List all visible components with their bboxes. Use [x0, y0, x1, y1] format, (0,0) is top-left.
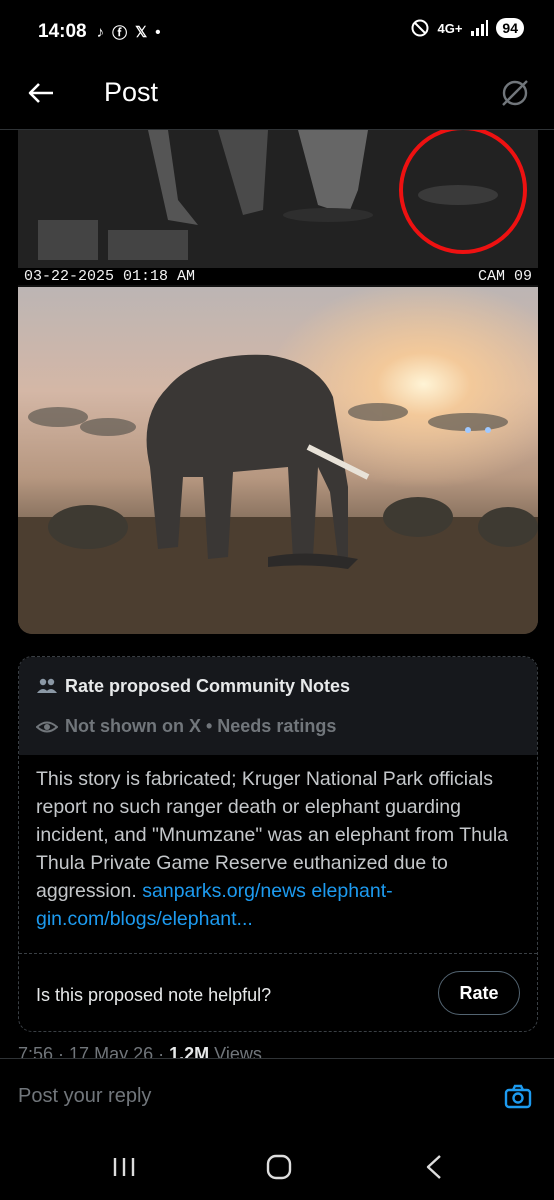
divider [19, 953, 537, 954]
note-source-link-sanparks[interactable]: sanparks.org/news [142, 880, 306, 902]
status-time: 14:08 [38, 21, 87, 42]
camera-icon[interactable] [504, 1083, 532, 1111]
camera-timestamp: 03-22-2025 01:18 AM [24, 268, 196, 285]
elephant-photo[interactable] [18, 287, 538, 634]
eye-icon [36, 721, 58, 733]
page-title: Post [104, 77, 159, 107]
tiktok-icon: ♪ [96, 23, 105, 41]
battery-level: 94 [496, 18, 524, 38]
signal-icon [471, 20, 489, 36]
home-icon[interactable] [266, 1154, 292, 1180]
network-type: 4G+ [437, 20, 463, 36]
status-notification-icons: ♪ ⓕ 𝕏 • [97, 22, 161, 43]
community-note-status: Not shown on X • Needs ratings [65, 716, 337, 736]
system-navigation-bar [0, 1134, 554, 1200]
community-note-header: Rate proposed Community Notes Not shown … [19, 657, 537, 755]
elephant-scene [18, 287, 538, 634]
facebook-icon: ⓕ [112, 24, 128, 42]
people-icon [37, 678, 57, 693]
recent-apps-icon[interactable] [112, 1156, 136, 1178]
dot-icon: • [155, 23, 161, 41]
post-media[interactable]: 03-22-2025 01:18 AM CAM 09 [18, 130, 538, 634]
helpful-question: Is this proposed note helpful? [36, 985, 272, 1005]
post-time: 7:56 [18, 1044, 54, 1058]
status-bar: 14:08 ♪ ⓕ 𝕏 • 4G+ 94 [0, 0, 554, 64]
trail-camera-scene [18, 130, 538, 268]
post-meta: 7:56 · 17 May 26 · 1.2M Views [18, 1044, 262, 1058]
rate-button[interactable]: Rate [438, 971, 520, 1015]
reply-input[interactable]: Post your reply [18, 1085, 151, 1108]
nav-back-icon[interactable] [424, 1154, 444, 1180]
community-note-body: This story is fabricated; Kruger Nationa… [36, 765, 526, 933]
x-icon: 𝕏 [135, 24, 148, 41]
status-system-icons: 4G+ 94 [411, 18, 524, 38]
camera-label: CAM 09 [477, 268, 532, 285]
back-arrow-icon[interactable] [26, 78, 56, 108]
reply-bar: Post your reply [0, 1058, 554, 1134]
camera-overlay-bar: 03-22-2025 01:18 AM CAM 09 [18, 268, 538, 285]
do-not-disturb-icon [411, 19, 429, 37]
post-views-label: Views [214, 1044, 262, 1058]
post-date: 17 May 26 [69, 1044, 154, 1058]
post-views-count: 1.2M [169, 1044, 210, 1058]
trail-camera-image[interactable]: 03-22-2025 01:18 AM CAM 09 [18, 130, 538, 285]
grok-icon[interactable] [498, 76, 532, 110]
post-header: Post [0, 64, 554, 130]
community-note-title: Rate proposed Community Notes [65, 676, 351, 696]
community-note-card: Rate proposed Community Notes Not shown … [18, 656, 538, 1032]
